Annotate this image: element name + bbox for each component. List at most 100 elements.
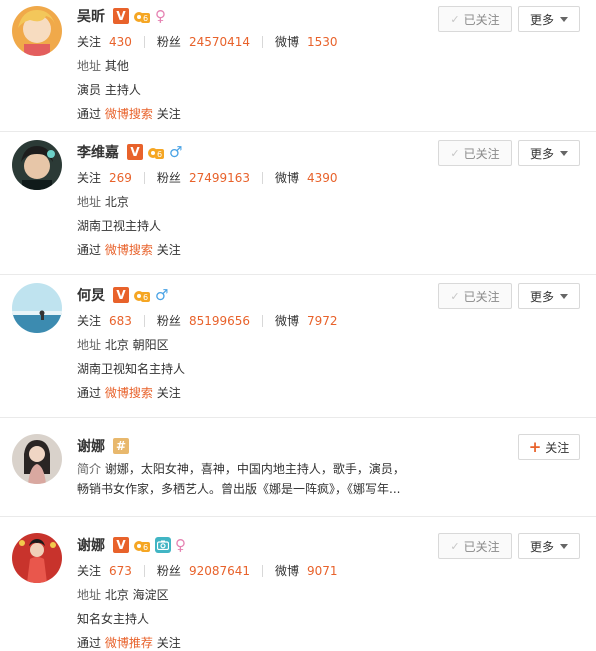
following-count[interactable]: 673: [109, 559, 132, 583]
avatar[interactable]: [12, 434, 62, 484]
stats-row: 关注 269 粉丝 27499163 微博 4390: [77, 166, 586, 190]
weibo-count[interactable]: 1530: [307, 30, 338, 54]
via-label: 通过: [77, 636, 102, 650]
followed-label: 已关注: [463, 289, 500, 304]
following-count[interactable]: 683: [109, 309, 132, 333]
description: 演员 主持人: [77, 83, 141, 97]
stats-row: 关注 673 粉丝 92087641 微博 9071: [77, 559, 586, 583]
following-count[interactable]: 430: [109, 30, 132, 54]
more-label: 更多: [529, 146, 554, 161]
more-button[interactable]: 更多: [518, 283, 580, 309]
check-icon: ✓: [450, 146, 460, 160]
avatar[interactable]: [12, 283, 62, 333]
source-row: 通过 微博推荐 关注: [77, 631, 586, 651]
user-list: 吴昕 V 6 ♀ 关注 430 粉丝 24570414 微博 1530 地址 其…: [0, 0, 596, 651]
source-row: 通过 微博搜索 关注: [77, 102, 586, 126]
address-value: 北京: [104, 195, 129, 209]
vip-icon: 6: [133, 8, 151, 24]
weibo-count[interactable]: 9071: [307, 559, 338, 583]
weibo-label: 微博: [275, 314, 300, 328]
more-button[interactable]: 更多: [518, 533, 580, 559]
more-button[interactable]: 更多: [518, 6, 580, 32]
source-link[interactable]: 微博搜索: [105, 386, 153, 400]
via-label: 通过: [77, 107, 102, 121]
following-label: 关注: [77, 171, 102, 185]
description: 湖南卫视知名主持人: [77, 362, 186, 376]
check-icon: ✓: [450, 12, 460, 26]
user-name[interactable]: 何炅: [77, 285, 105, 305]
divider: [143, 36, 145, 48]
followed-button[interactable]: ✓ 已关注: [438, 283, 512, 309]
followed-label: 已关注: [463, 146, 500, 161]
verified-icon: V: [113, 8, 129, 24]
divider: [262, 36, 264, 48]
fans-count[interactable]: 24570414: [189, 30, 250, 54]
verified-icon: V: [127, 144, 143, 160]
source-link[interactable]: 微博搜索: [105, 243, 153, 257]
follow-label: 关注: [545, 440, 570, 455]
user-name[interactable]: 谢娜: [77, 535, 105, 555]
follow-suffix: 关注: [156, 243, 181, 257]
more-label: 更多: [529, 12, 554, 27]
female-icon: ♀: [155, 7, 166, 25]
fans-count[interactable]: 27499163: [189, 166, 250, 190]
weibo-count[interactable]: 7972: [307, 309, 338, 333]
source-link[interactable]: 微博搜索: [105, 107, 153, 121]
svg-text:6: 6: [157, 150, 162, 159]
chevron-down-icon: [560, 150, 568, 156]
source-row: 通过 微博搜索 关注: [77, 238, 586, 262]
address-label: 地址: [77, 59, 102, 73]
intro-label: 简介: [77, 462, 102, 476]
user-name[interactable]: 谢娜: [77, 436, 105, 456]
user-card: 谢娜 # 简介 谢娜，太阳女神，喜神，中国内地主持人，歌手，演员，畅销书女作家，…: [0, 418, 596, 517]
address-value: 北京 海淀区: [104, 588, 169, 602]
more-label: 更多: [529, 539, 554, 554]
following-label: 关注: [77, 314, 102, 328]
via-label: 通过: [77, 386, 102, 400]
more-label: 更多: [529, 289, 554, 304]
divider: [262, 315, 264, 327]
follow-button[interactable]: + 关注: [518, 434, 580, 460]
followed-button[interactable]: ✓ 已关注: [438, 533, 512, 559]
followed-button[interactable]: ✓ 已关注: [438, 6, 512, 32]
divider: [262, 565, 264, 577]
more-button[interactable]: 更多: [518, 140, 580, 166]
verified-icon: V: [113, 287, 129, 303]
female-icon: ♀: [175, 536, 186, 554]
following-label: 关注: [77, 564, 102, 578]
avatar[interactable]: [12, 533, 62, 583]
source-link[interactable]: 微博推荐: [105, 636, 153, 650]
avatar[interactable]: [12, 6, 62, 56]
weibo-label: 微博: [275, 564, 300, 578]
followed-button[interactable]: ✓ 已关注: [438, 140, 512, 166]
address-label: 地址: [77, 588, 102, 602]
divider: [262, 172, 264, 184]
fans-count[interactable]: 92087641: [189, 559, 250, 583]
user-name[interactable]: 李维嘉: [77, 142, 119, 162]
weibo-count[interactable]: 4390: [307, 166, 338, 190]
follow-suffix: 关注: [156, 386, 181, 400]
follow-suffix: 关注: [156, 636, 181, 650]
divider: [143, 565, 145, 577]
address-row: 地址 北京 海淀区: [77, 583, 586, 607]
vip-icon: 6: [133, 537, 151, 553]
male-icon: ♂: [155, 286, 169, 304]
address-value: 其他: [104, 59, 129, 73]
chevron-down-icon: [560, 543, 568, 549]
vip-icon: 6: [133, 287, 151, 303]
fans-count[interactable]: 85199656: [189, 309, 250, 333]
camera-icon: [155, 537, 171, 553]
svg-text:6: 6: [143, 543, 148, 552]
address-row: 地址 其他: [77, 54, 586, 78]
followed-label: 已关注: [463, 539, 500, 554]
verified-icon: V: [113, 537, 129, 553]
user-card: 李维嘉 V 6 ♂ 关注 269 粉丝 27499163 微博 4390 地址 …: [0, 132, 596, 275]
check-icon: ✓: [450, 289, 460, 303]
following-count[interactable]: 269: [109, 166, 132, 190]
svg-text:6: 6: [143, 293, 148, 302]
svg-text:6: 6: [143, 14, 148, 23]
via-label: 通过: [77, 243, 102, 257]
avatar[interactable]: [12, 140, 62, 190]
user-name[interactable]: 吴昕: [77, 6, 105, 26]
fans-label: 粉丝: [156, 171, 181, 185]
